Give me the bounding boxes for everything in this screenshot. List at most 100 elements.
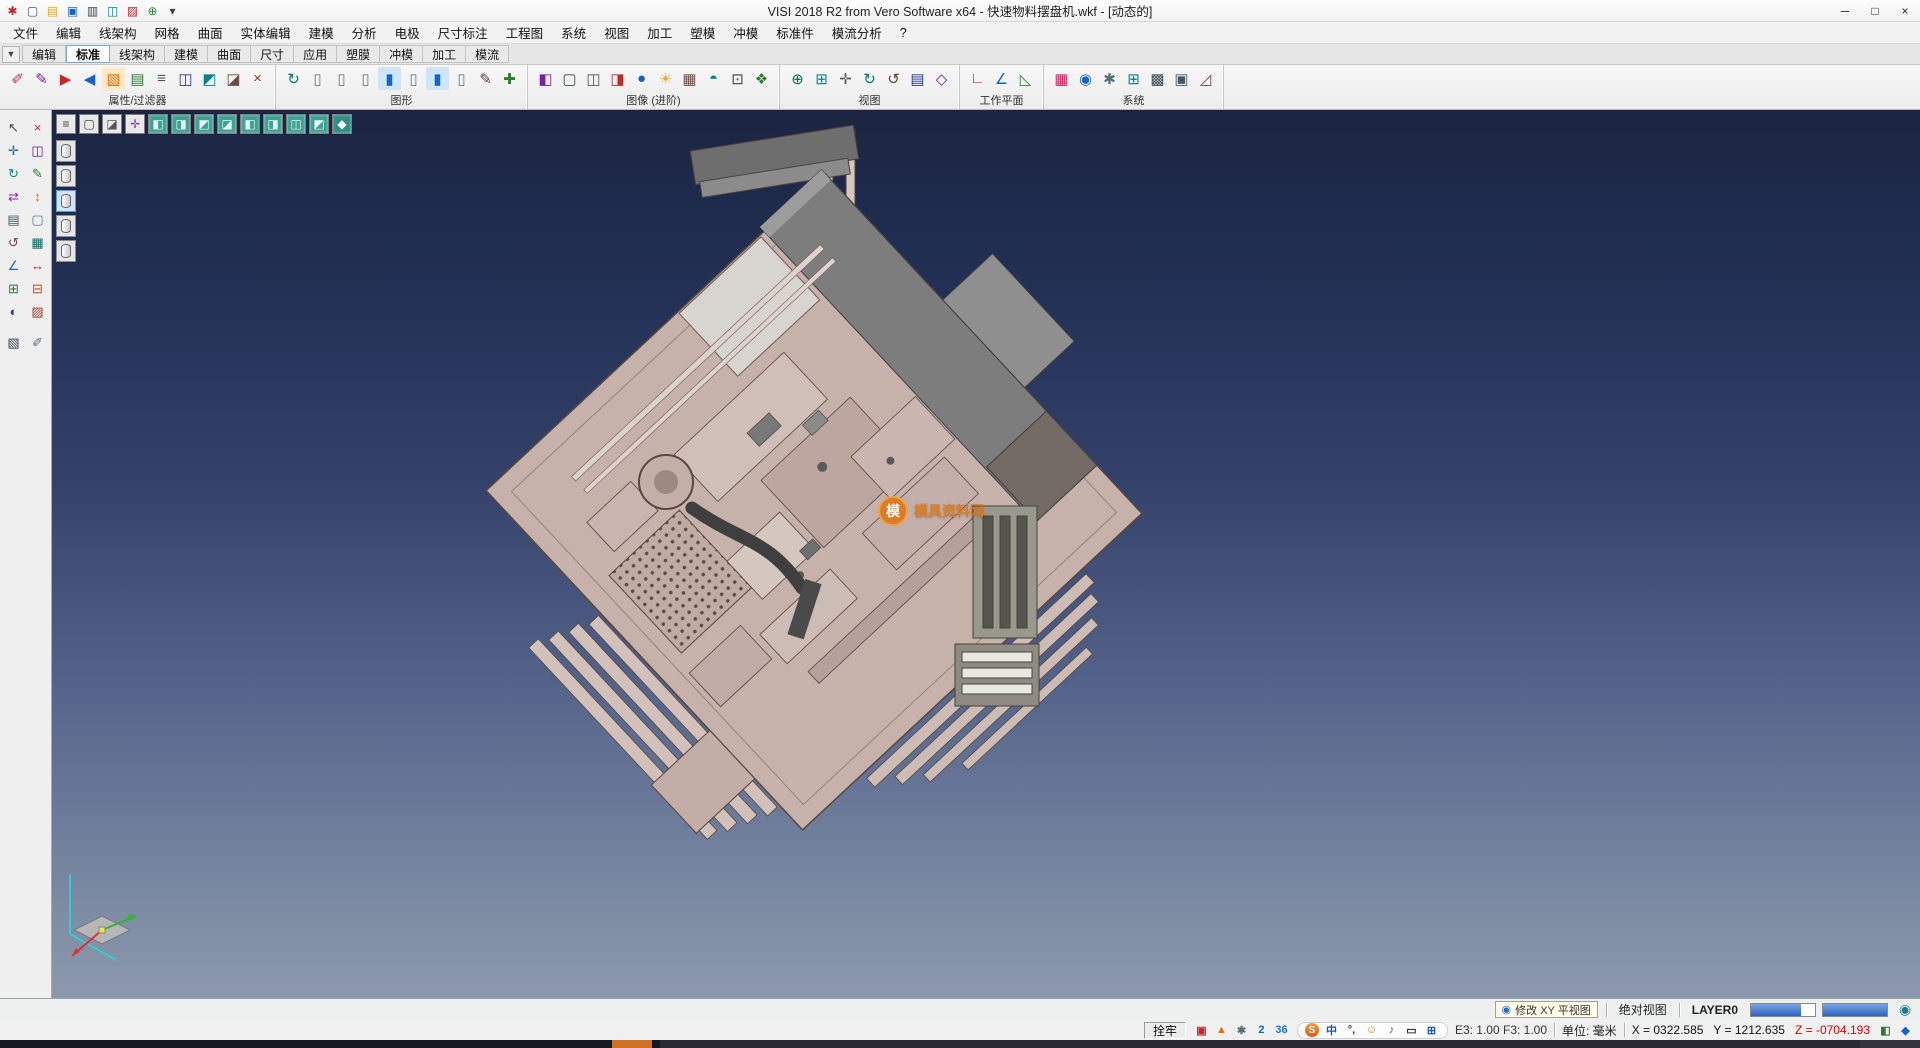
shaded-cube-icon[interactable]: ◪ [102, 114, 122, 134]
light-icon[interactable]: ☀ [654, 67, 677, 90]
filter-back-icon[interactable]: ◀ [78, 67, 101, 90]
entity-filter-icon[interactable]: ◫ [174, 67, 197, 90]
render-options-icon[interactable]: ❖ [750, 67, 773, 90]
top-view-cube-icon[interactable]: ◩ [194, 114, 214, 134]
maximize-button[interactable]: □ [1860, 1, 1890, 21]
filter-forward-icon[interactable]: ▶ [54, 67, 77, 90]
new-doc-icon[interactable]: ▢ [24, 3, 41, 19]
menu-item[interactable]: 文件 [4, 23, 47, 43]
tab[interactable]: 冲模 [380, 45, 423, 63]
open-file-icon[interactable]: ▤ [44, 3, 61, 19]
modify-attributes-icon[interactable]: ✐ [6, 67, 29, 90]
tab[interactable]: 塑膜 [337, 45, 380, 63]
render-mode-icon[interactable]: ◧ [1877, 1022, 1894, 1038]
menu-item[interactable]: 塑模 [681, 23, 724, 43]
view-mode-tip[interactable]: ◉ 修改 XY 平视图 [1495, 1001, 1598, 1018]
named-views-icon[interactable]: ▤ [906, 67, 929, 90]
axes-cube-icon[interactable]: ✛ [125, 114, 145, 134]
menu-item[interactable]: 实体编辑 [232, 23, 300, 43]
measure-icon[interactable]: ∠ [3, 255, 25, 276]
layer-edit-icon[interactable]: ✎ [474, 67, 497, 90]
lock-button[interactable]: 拴牢 [1144, 1022, 1186, 1039]
sphere-render-icon[interactable]: ● [630, 67, 653, 90]
hatch-icon[interactable]: ▧ [3, 332, 25, 353]
right-view-cube-icon[interactable]: ◨ [263, 114, 283, 134]
menu-item[interactable]: 线架构 [90, 23, 146, 43]
scale-icon[interactable]: ↕ [27, 186, 49, 207]
taskbar-app-indicator[interactable] [612, 1040, 652, 1048]
ime-toolbox-icon[interactable]: ⊞ [1423, 1022, 1440, 1038]
zoom-fit-icon[interactable]: ⊕ [786, 67, 809, 90]
front-view-cube-icon[interactable]: ◧ [148, 114, 168, 134]
copy-icon[interactable]: ◫ [27, 140, 49, 161]
menu-item[interactable]: 尺寸标注 [429, 23, 497, 43]
network-status-icon[interactable]: ◉ [1896, 1001, 1914, 1018]
bottom-view-cube-icon[interactable]: ◪ [217, 114, 237, 134]
iso-view-cube-icon[interactable]: ◫ [286, 114, 306, 134]
menu-item[interactable]: 分析 [343, 23, 386, 43]
note-icon[interactable]: ✐ [27, 332, 49, 353]
slope-analysis-icon[interactable]: ◿ [1194, 67, 1217, 90]
taskbar-clock-region[interactable] [1860, 1040, 1920, 1048]
grid-icon[interactable]: ▦ [27, 232, 49, 253]
tab[interactable]: 曲面 [208, 45, 251, 63]
axonometric-icon[interactable]: ◇ [930, 67, 953, 90]
snapshot-icon[interactable]: ⊡ [726, 67, 749, 90]
layer-filter-icon[interactable]: ▤ [126, 67, 149, 90]
layer-set-icon[interactable]: ▮ [426, 67, 449, 90]
layer-cylinder-icon[interactable] [56, 165, 76, 187]
menu-item[interactable]: 工程图 [497, 23, 553, 43]
quick-access-dropdown-icon[interactable]: ▾ [164, 3, 181, 19]
view-list-icon[interactable]: ≡ [56, 114, 76, 134]
tab[interactable]: 线架构 [110, 45, 165, 63]
menu-item[interactable]: 冲模 [724, 23, 767, 43]
tab[interactable]: 加工 [423, 45, 466, 63]
palette-icon[interactable]: ▨ [27, 301, 49, 322]
print-icon[interactable]: ▥ [84, 3, 101, 19]
tab[interactable]: 编辑 [22, 45, 66, 63]
pan-icon[interactable]: ✛ [834, 67, 857, 90]
delete-icon[interactable]: × [27, 117, 49, 138]
workplane-align-icon[interactable]: ∠ [990, 67, 1013, 90]
print-preview-icon[interactable]: ◫ [104, 3, 121, 19]
tray-calendar-icon[interactable]: 36 [1273, 1022, 1290, 1038]
screen-icon[interactable]: ▣ [1170, 67, 1193, 90]
workplane-entity-icon[interactable]: ◺ [1014, 67, 1037, 90]
cad-model-3d-view[interactable] [52, 110, 1920, 998]
workplane-xy-icon[interactable]: ∟ [966, 67, 989, 90]
menu-item[interactable]: 网格 [146, 23, 189, 43]
layer-cylinder-icon[interactable]: ▯ [330, 67, 353, 90]
windows-taskbar[interactable] [0, 1040, 1920, 1048]
regen-icon[interactable]: ↻ [282, 67, 305, 90]
ime-mic-icon[interactable]: ♪ [1383, 1022, 1400, 1038]
sheet-icon[interactable]: ▢ [27, 209, 49, 230]
layer-cylinder-icon[interactable]: ▯ [450, 67, 473, 90]
tab[interactable]: 标准 [66, 45, 110, 63]
pdf-export-icon[interactable]: ▨ [124, 3, 141, 19]
dynamic-view-cube-icon[interactable]: ◆ [332, 114, 352, 134]
layer-cylinder-icon[interactable]: ▯ [402, 67, 425, 90]
menu-item[interactable]: 视图 [595, 23, 638, 43]
tab[interactable]: 模流 [466, 45, 509, 63]
move-icon[interactable]: ✛ [3, 140, 25, 161]
rotate-view-icon[interactable]: ↻ [858, 67, 881, 90]
ungroup-icon[interactable]: ⊟ [27, 278, 49, 299]
layer-new-icon[interactable]: ✚ [498, 67, 521, 90]
tab[interactable]: 尺寸 [251, 45, 294, 63]
group-icon[interactable]: ⊞ [3, 278, 25, 299]
edit-icon[interactable]: ✎ [27, 163, 49, 184]
menu-item[interactable]: 系统 [552, 23, 595, 43]
back-view-cube-icon[interactable]: ◨ [171, 114, 191, 134]
link-icon[interactable]: ⊕ [144, 3, 161, 19]
zoom-window-icon[interactable]: ⊞ [810, 67, 833, 90]
settings-icon[interactable]: ✱ [1098, 67, 1121, 90]
mirror-icon[interactable]: ⇄ [3, 186, 25, 207]
ime-toolbar[interactable]: S 中°,☺♪▭⊞ [1297, 1022, 1448, 1039]
left-view-cube-icon[interactable]: ◧ [240, 114, 260, 134]
iso-back-view-cube-icon[interactable]: ◩ [309, 114, 329, 134]
section-view-icon[interactable]: ◨ [606, 67, 629, 90]
tab[interactable]: 建模 [165, 45, 208, 63]
minimize-button[interactable]: ─ [1830, 1, 1860, 21]
rotate-icon[interactable]: ↻ [3, 163, 25, 184]
close-button[interactable]: × [1890, 1, 1920, 21]
